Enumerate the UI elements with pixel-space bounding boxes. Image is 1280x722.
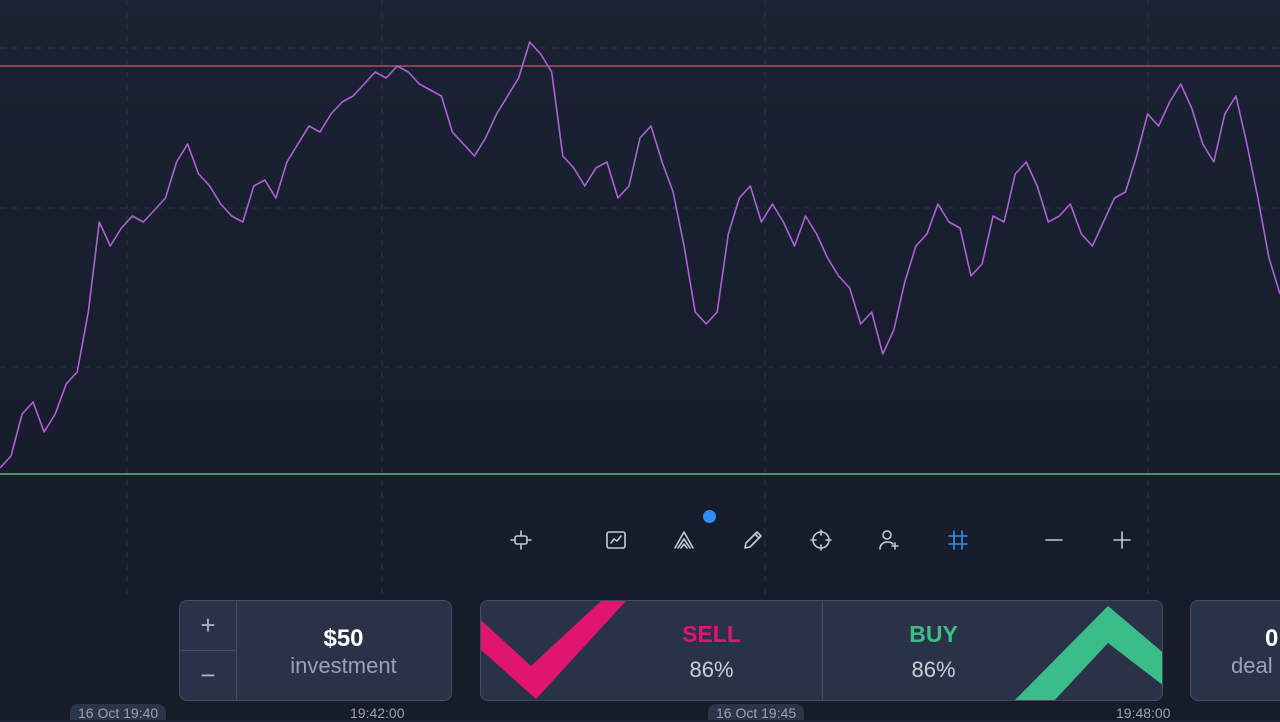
pencil-button[interactable] <box>735 522 771 558</box>
chart-type-button[interactable] <box>503 522 539 558</box>
pencil-icon <box>744 531 762 549</box>
time-axis-label: 19:48:00 <box>1116 705 1171 721</box>
social-trading-icon <box>879 530 899 550</box>
sell-payout: 86% <box>689 657 734 682</box>
buy-payout: 86% <box>911 657 956 682</box>
price-series <box>0 41 1280 469</box>
investment-label: investment <box>290 653 397 678</box>
price-line <box>0 41 1280 469</box>
social-trading-button[interactable] <box>871 522 907 558</box>
sell-arrow-icon <box>481 601 626 699</box>
zoom-out-button[interactable] <box>1036 522 1072 558</box>
chart-grid <box>0 0 1280 600</box>
grid-icon <box>948 530 968 550</box>
investment-panel: + − $50 investment <box>179 600 452 701</box>
buy-arrow-icon <box>1014 606 1162 700</box>
sell-label: SELL <box>682 621 741 647</box>
crosshair-icon <box>810 529 832 551</box>
investment-amount[interactable]: $50 <box>236 625 451 653</box>
trade-panel: SELL 86% BUY 86% <box>480 600 1163 701</box>
zoom-out-icon <box>1045 539 1063 541</box>
chart-toolbar <box>500 522 1140 558</box>
time-axis-label: 16 Oct 19:40 <box>70 704 167 721</box>
drawing-tools-button[interactable] <box>666 522 702 558</box>
sell-button[interactable]: SELL 86% <box>481 601 822 700</box>
decrease-investment-button[interactable]: − <box>180 651 236 701</box>
deal-label: deal <box>1231 653 1273 678</box>
zoom-in-button[interactable] <box>1104 522 1140 558</box>
time-axis-label: 16 Oct 19:45 <box>708 704 805 721</box>
buy-button[interactable]: BUY 86% <box>823 601 1162 700</box>
deal-panel: 0 deal <box>1190 600 1280 701</box>
increase-investment-button[interactable]: + <box>180 601 236 651</box>
crosshair-button[interactable] <box>803 522 839 558</box>
level-lines <box>0 65 1280 475</box>
investment-stepper: + − <box>180 601 237 700</box>
drawing-tools-icon <box>674 531 694 549</box>
indicators-icon <box>606 531 626 549</box>
buy-label: BUY <box>909 621 958 647</box>
indicators-button[interactable] <box>598 522 634 558</box>
grid-button[interactable] <box>940 522 976 558</box>
time-axis-label: 19:42:00 <box>350 705 405 721</box>
chart-type-icon <box>510 530 532 550</box>
zoom-in-icon <box>1113 531 1131 549</box>
deal-value: 0 <box>1265 625 1279 652</box>
